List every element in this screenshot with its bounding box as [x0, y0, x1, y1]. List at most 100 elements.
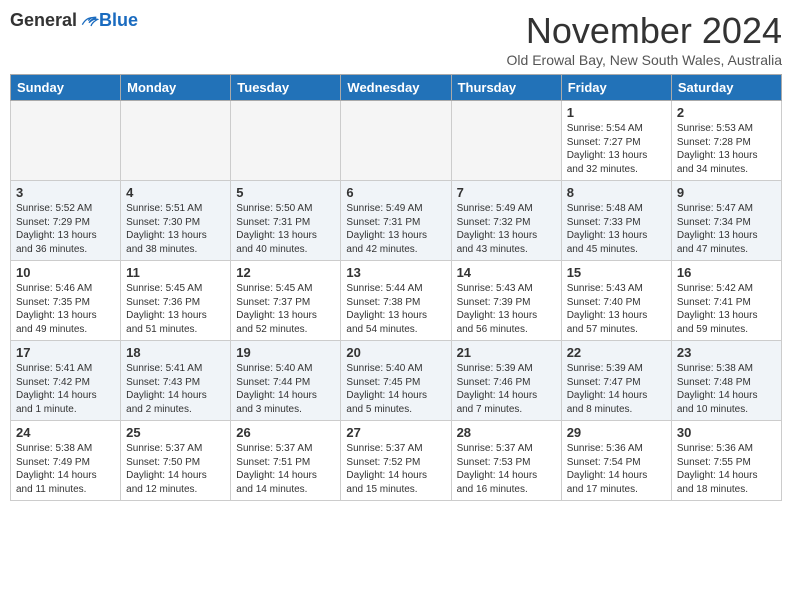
logo: General Blue [10, 10, 138, 31]
day-number: 2 [677, 105, 776, 120]
month-title: November 2024 [507, 10, 782, 52]
weekday-header-monday: Monday [121, 75, 231, 101]
day-info: Sunrise: 5:40 AM Sunset: 7:44 PM Dayligh… [236, 362, 335, 416]
calendar-cell: 1 Sunrise: 5:54 AM Sunset: 7:27 PM Daylig… [561, 101, 671, 181]
day-info: Sunrise: 5:41 AM Sunset: 7:42 PM Dayligh… [16, 362, 115, 416]
day-info: Sunrise: 5:37 AM Sunset: 7:52 PM Dayligh… [346, 442, 445, 496]
day-info: Sunrise: 5:47 AM Sunset: 7:34 PM Dayligh… [677, 202, 776, 256]
calendar-cell [231, 101, 341, 181]
day-info: Sunrise: 5:45 AM Sunset: 7:37 PM Dayligh… [236, 282, 335, 336]
calendar-cell: 10 Sunrise: 5:46 AM Sunset: 7:35 PM Dayli… [11, 261, 121, 341]
calendar-cell: 25 Sunrise: 5:37 AM Sunset: 7:50 PM Dayli… [121, 421, 231, 501]
day-number: 3 [16, 185, 115, 200]
weekday-header-saturday: Saturday [671, 75, 781, 101]
calendar-cell: 5Sunrise: 5:50 AM Sunset: 7:31 PM Daylig… [231, 181, 341, 261]
day-number: 1 [567, 105, 666, 120]
calendar-cell: 2 Sunrise: 5:53 AM Sunset: 7:28 PM Daylig… [671, 101, 781, 181]
calendar-cell: 8Sunrise: 5:48 AM Sunset: 7:33 PM Daylig… [561, 181, 671, 261]
day-number: 11 [126, 265, 225, 280]
day-number: 6 [346, 185, 445, 200]
day-info: Sunrise: 5:50 AM Sunset: 7:31 PM Dayligh… [236, 202, 335, 256]
day-number: 4 [126, 185, 225, 200]
day-info: Sunrise: 5:44 AM Sunset: 7:38 PM Dayligh… [346, 282, 445, 336]
location-text: Old Erowal Bay, New South Wales, Austral… [507, 52, 782, 68]
day-number: 28 [457, 425, 556, 440]
calendar-cell [121, 101, 231, 181]
day-number: 26 [236, 425, 335, 440]
day-info: Sunrise: 5:38 AM Sunset: 7:49 PM Dayligh… [16, 442, 115, 496]
weekday-header-thursday: Thursday [451, 75, 561, 101]
day-number: 13 [346, 265, 445, 280]
calendar-cell: 3 Sunrise: 5:52 AM Sunset: 7:29 PM Daylig… [11, 181, 121, 261]
day-info: Sunrise: 5:48 AM Sunset: 7:33 PM Dayligh… [567, 202, 666, 256]
day-number: 15 [567, 265, 666, 280]
day-number: 12 [236, 265, 335, 280]
calendar-cell: 16Sunrise: 5:42 AM Sunset: 7:41 PM Dayli… [671, 261, 781, 341]
page-header: General Blue November 2024 Old Erowal Ba… [10, 10, 782, 68]
day-info: Sunrise: 5:37 AM Sunset: 7:51 PM Dayligh… [236, 442, 335, 496]
day-info: Sunrise: 5:36 AM Sunset: 7:54 PM Dayligh… [567, 442, 666, 496]
calendar-cell: 26 Sunrise: 5:37 AM Sunset: 7:51 PM Dayli… [231, 421, 341, 501]
calendar-cell [341, 101, 451, 181]
day-info: Sunrise: 5:39 AM Sunset: 7:46 PM Dayligh… [457, 362, 556, 416]
day-info: Sunrise: 5:45 AM Sunset: 7:36 PM Dayligh… [126, 282, 225, 336]
week-row-4: 17Sunrise: 5:41 AM Sunset: 7:42 PM Dayli… [11, 341, 782, 421]
calendar-cell: 14Sunrise: 5:43 AM Sunset: 7:39 PM Dayli… [451, 261, 561, 341]
day-number: 18 [126, 345, 225, 360]
day-number: 27 [346, 425, 445, 440]
day-info: Sunrise: 5:52 AM Sunset: 7:29 PM Dayligh… [16, 202, 115, 256]
day-number: 21 [457, 345, 556, 360]
calendar-cell: 6Sunrise: 5:49 AM Sunset: 7:31 PM Daylig… [341, 181, 451, 261]
day-number: 10 [16, 265, 115, 280]
calendar-cell: 29 Sunrise: 5:36 AM Sunset: 7:54 PM Dayli… [561, 421, 671, 501]
day-info: Sunrise: 5:37 AM Sunset: 7:50 PM Dayligh… [126, 442, 225, 496]
day-info: Sunrise: 5:38 AM Sunset: 7:48 PM Dayligh… [677, 362, 776, 416]
day-info: Sunrise: 5:36 AM Sunset: 7:55 PM Dayligh… [677, 442, 776, 496]
day-number: 9 [677, 185, 776, 200]
calendar-cell: 30 Sunrise: 5:36 AM Sunset: 7:55 PM Dayli… [671, 421, 781, 501]
day-number: 30 [677, 425, 776, 440]
logo-blue-text: Blue [99, 10, 138, 31]
calendar-cell: 17Sunrise: 5:41 AM Sunset: 7:42 PM Dayli… [11, 341, 121, 421]
week-row-1: 1 Sunrise: 5:54 AM Sunset: 7:27 PM Daylig… [11, 101, 782, 181]
week-row-5: 24 Sunrise: 5:38 AM Sunset: 7:49 PM Dayli… [11, 421, 782, 501]
calendar-cell [451, 101, 561, 181]
day-number: 24 [16, 425, 115, 440]
day-number: 29 [567, 425, 666, 440]
day-info: Sunrise: 5:43 AM Sunset: 7:39 PM Dayligh… [457, 282, 556, 336]
day-number: 22 [567, 345, 666, 360]
calendar-cell: 11 Sunrise: 5:45 AM Sunset: 7:36 PM Dayli… [121, 261, 231, 341]
day-number: 23 [677, 345, 776, 360]
logo-general-text: General [10, 10, 77, 31]
day-info: Sunrise: 5:37 AM Sunset: 7:53 PM Dayligh… [457, 442, 556, 496]
day-info: Sunrise: 5:54 AM Sunset: 7:27 PM Dayligh… [567, 122, 666, 176]
weekday-header-friday: Friday [561, 75, 671, 101]
calendar-table: SundayMondayTuesdayWednesdayThursdayFrid… [10, 74, 782, 501]
calendar-cell [11, 101, 121, 181]
day-number: 25 [126, 425, 225, 440]
day-number: 20 [346, 345, 445, 360]
calendar-cell: 18Sunrise: 5:41 AM Sunset: 7:43 PM Dayli… [121, 341, 231, 421]
day-info: Sunrise: 5:46 AM Sunset: 7:35 PM Dayligh… [16, 282, 115, 336]
calendar-cell: 20 Sunrise: 5:40 AM Sunset: 7:45 PM Dayli… [341, 341, 451, 421]
day-info: Sunrise: 5:49 AM Sunset: 7:32 PM Dayligh… [457, 202, 556, 256]
day-info: Sunrise: 5:40 AM Sunset: 7:45 PM Dayligh… [346, 362, 445, 416]
calendar-cell: 9 Sunrise: 5:47 AM Sunset: 7:34 PM Daylig… [671, 181, 781, 261]
calendar-cell: 23 Sunrise: 5:38 AM Sunset: 7:48 PM Dayli… [671, 341, 781, 421]
calendar-cell: 19 Sunrise: 5:40 AM Sunset: 7:44 PM Dayli… [231, 341, 341, 421]
day-info: Sunrise: 5:42 AM Sunset: 7:41 PM Dayligh… [677, 282, 776, 336]
week-row-2: 3 Sunrise: 5:52 AM Sunset: 7:29 PM Daylig… [11, 181, 782, 261]
weekday-header-tuesday: Tuesday [231, 75, 341, 101]
title-section: November 2024 Old Erowal Bay, New South … [507, 10, 782, 68]
week-row-3: 10 Sunrise: 5:46 AM Sunset: 7:35 PM Dayli… [11, 261, 782, 341]
day-info: Sunrise: 5:53 AM Sunset: 7:28 PM Dayligh… [677, 122, 776, 176]
day-number: 19 [236, 345, 335, 360]
calendar-cell: 24 Sunrise: 5:38 AM Sunset: 7:49 PM Dayli… [11, 421, 121, 501]
weekday-header-row: SundayMondayTuesdayWednesdayThursdayFrid… [11, 75, 782, 101]
logo-bird-icon [79, 11, 99, 31]
day-info: Sunrise: 5:43 AM Sunset: 7:40 PM Dayligh… [567, 282, 666, 336]
weekday-header-wednesday: Wednesday [341, 75, 451, 101]
day-info: Sunrise: 5:51 AM Sunset: 7:30 PM Dayligh… [126, 202, 225, 256]
day-info: Sunrise: 5:39 AM Sunset: 7:47 PM Dayligh… [567, 362, 666, 416]
calendar-cell: 21 Sunrise: 5:39 AM Sunset: 7:46 PM Dayli… [451, 341, 561, 421]
